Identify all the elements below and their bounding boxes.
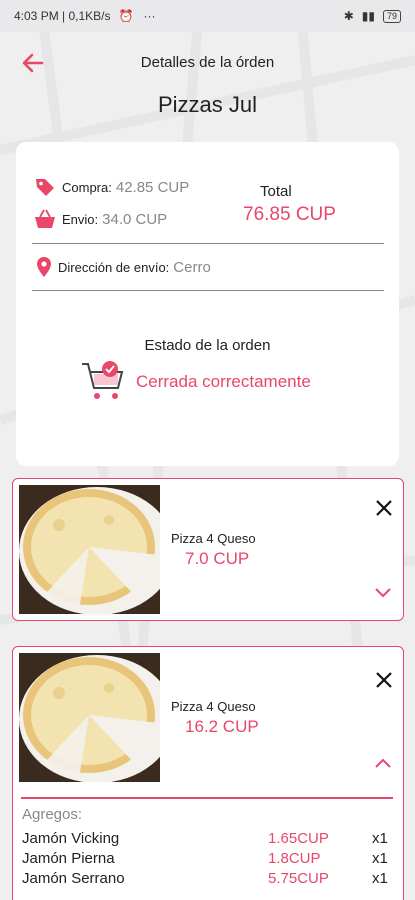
app-header: Detalles de la órden	[0, 44, 415, 82]
agrego-qty: x1	[372, 850, 388, 867]
agrego-qty: x1	[372, 870, 388, 887]
total-label: Total	[260, 183, 292, 200]
item-price: 16.2 CUP	[185, 717, 259, 736]
basket-icon	[34, 209, 56, 229]
compra-row: Compra: 42.85 CUP	[34, 176, 189, 198]
compra-label: Compra:	[62, 179, 112, 195]
compra-value: 42.85 CUP	[115, 178, 190, 196]
direccion-label: Dirección de envío:	[58, 259, 170, 275]
envio-label: Envio:	[62, 211, 99, 227]
order-item-card[interactable]: Pizza 4 Queso 7.0 CUP	[12, 478, 404, 621]
pizza-image	[19, 653, 160, 782]
divider	[32, 243, 384, 244]
close-icon[interactable]	[375, 497, 393, 523]
status-dots: ···	[143, 9, 156, 23]
agrego-price: 1.8CUP	[268, 850, 321, 867]
estado-label: Estado de la orden	[144, 337, 271, 354]
chevron-up-icon[interactable]	[375, 755, 391, 773]
item-price: 7.0 CUP	[185, 549, 250, 568]
direccion-value: Cerro	[173, 258, 211, 276]
divider	[21, 797, 393, 799]
agrego-price: 5.75CUP	[268, 870, 329, 887]
estado-value: Cerrada correctamente	[136, 372, 311, 391]
tag-icon	[34, 176, 56, 198]
status-time: 4:03 PM | 0,1KB/s	[14, 9, 111, 23]
envio-row: Envio: 34.0 CUP	[34, 209, 167, 229]
divider	[32, 290, 384, 291]
agregos-title: Agregos:	[22, 806, 83, 823]
agrego-name: Jamón Pierna	[22, 850, 115, 867]
item-name: Pizza 4 Queso	[171, 699, 256, 714]
agrego-qty: x1	[372, 830, 388, 847]
close-icon[interactable]	[375, 669, 393, 695]
signal-icon: ▮▮	[361, 9, 375, 23]
agrego-name: Jamón Vicking	[22, 830, 120, 847]
store-name: Pizzas Jul	[157, 92, 258, 117]
agrego-row: Jamón Vicking 1.65CUP x1	[22, 830, 394, 847]
cart-check-icon	[80, 360, 126, 407]
alarm-icon: ⏰	[118, 9, 134, 23]
envio-value: 34.0 CUP	[102, 210, 168, 228]
location-pin-icon	[36, 256, 52, 278]
agrego-row: Jamón Pierna 1.8CUP x1	[22, 850, 394, 867]
status-bar: 4:03 PM | 0,1KB/s ⏰ ··· ✱ ▮▮ 79	[0, 0, 415, 32]
total-value: 76.85 CUP	[243, 204, 336, 225]
chevron-down-icon[interactable]	[375, 585, 391, 603]
item-name: Pizza 4 Queso	[171, 531, 256, 546]
page-title: Detalles de la órden	[140, 54, 275, 71]
agrego-name: Jamón Serrano	[22, 870, 125, 887]
agrego-price: 1.65CUP	[268, 830, 329, 847]
direccion-row: Dirección de envío: Cerro	[36, 256, 211, 278]
agrego-row: Jamón Serrano 5.75CUP x1	[22, 870, 394, 887]
battery-icon: 79	[382, 9, 401, 23]
pizza-image	[19, 485, 160, 614]
bluetooth-icon: ✱	[343, 9, 354, 23]
